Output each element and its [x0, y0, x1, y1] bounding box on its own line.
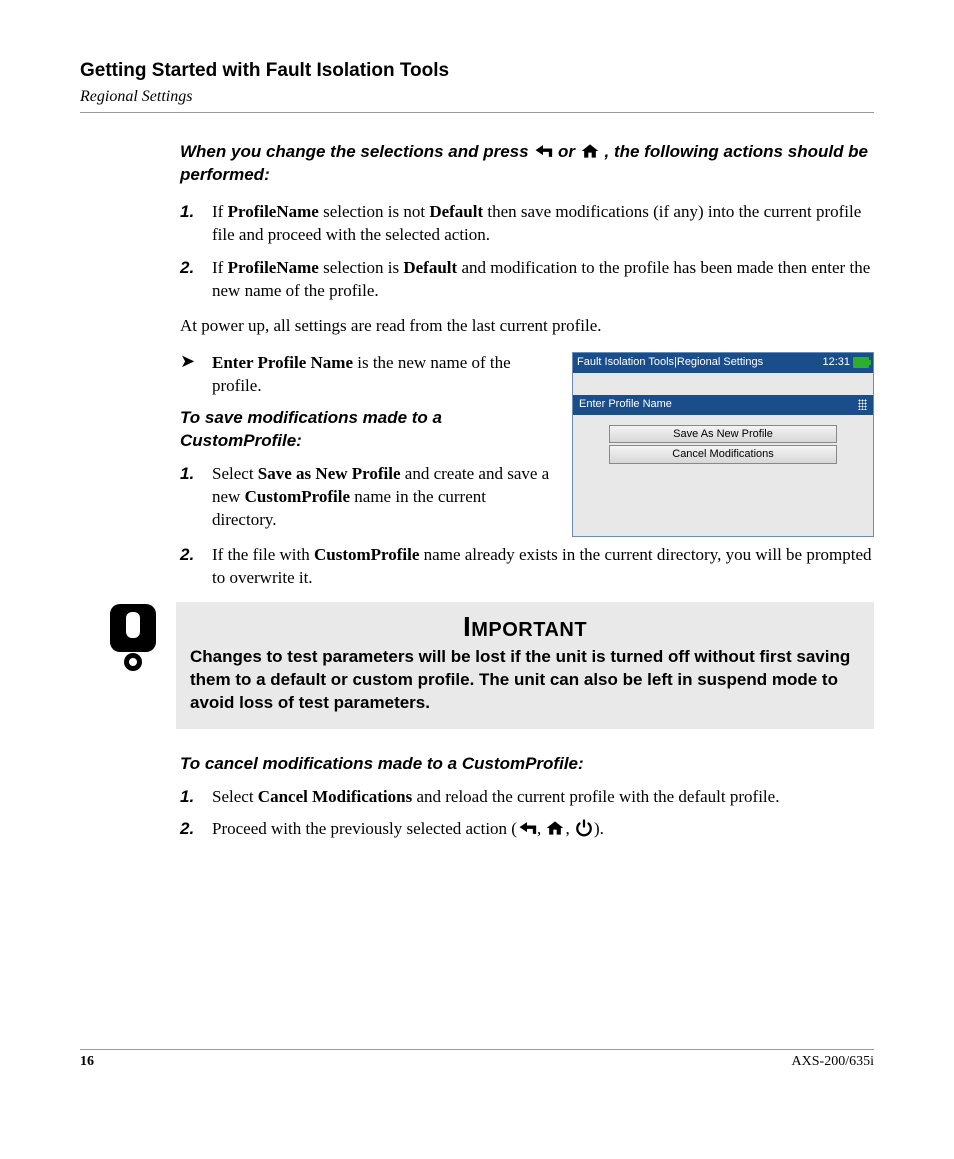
save-as-new-profile-button[interactable]: Save As New Profile — [609, 425, 837, 444]
t: Proceed with the previously selected act… — [212, 819, 517, 838]
header-rule — [80, 112, 874, 113]
bullet-text: Enter Profile Name is the new name of th… — [212, 352, 554, 398]
t: Default — [429, 202, 483, 221]
list3-num1: 1. — [180, 786, 212, 809]
t: and reload the current profile with the … — [412, 787, 779, 806]
t: Select — [212, 464, 258, 483]
device-screenshot: Fault Isolation Tools|Regional Settings … — [572, 352, 874, 538]
list2-num2: 2. — [180, 544, 212, 590]
device-field-label: Enter Profile Name — [579, 397, 672, 412]
save-list: 1. Select Save as New Profile and create… — [180, 463, 554, 532]
important-body: Changes to test parameters will be lost … — [190, 646, 860, 715]
t: , — [537, 819, 546, 838]
list2-num1: 1. — [180, 463, 212, 532]
device-time: 12:31 — [822, 355, 850, 370]
list3-item2: Proceed with the previously selected act… — [212, 818, 874, 841]
keypad-icon — [858, 399, 867, 410]
cancel-subhead: To cancel modifications made to a Custom… — [180, 753, 874, 776]
arrow-bullet-icon: ➤ — [180, 352, 212, 398]
device-title: Fault Isolation Tools|Regional Settings — [577, 355, 763, 370]
t: CustomProfile — [245, 487, 350, 506]
save-list-cont: 2. If the file with CustomProfile name a… — [180, 544, 874, 590]
t: selection is not — [319, 202, 429, 221]
t: CustomProfile — [314, 545, 419, 564]
home-icon — [545, 819, 565, 837]
t: selection is — [319, 258, 404, 277]
t: ). — [594, 819, 604, 838]
t: Enter Profile Name — [212, 353, 353, 372]
section-title: Regional Settings — [80, 88, 874, 106]
cancel-modifications-button[interactable]: Cancel Modifications — [609, 445, 837, 464]
cancel-list: 1. Select Cancel Modifications and reloa… — [180, 786, 874, 842]
list1-item2: If ProfileName selection is Default and … — [212, 257, 874, 303]
save-subhead: To save modifications made to a CustomPr… — [180, 407, 554, 453]
list2-item1: Select Save as New Profile and create an… — [212, 463, 554, 532]
important-title: Important — [190, 608, 860, 646]
t: , — [565, 819, 574, 838]
list1-num2: 2. — [180, 257, 212, 303]
powerup-para: At power up, all settings are read from … — [180, 315, 874, 338]
t: Default — [403, 258, 457, 277]
important-box: Important Changes to test parameters wil… — [176, 602, 874, 729]
list3-item1: Select Cancel Modifications and reload t… — [212, 786, 874, 809]
power-icon — [574, 819, 594, 837]
t: If — [212, 258, 228, 277]
action-list-1: 1. If ProfileName selection is not Defau… — [180, 201, 874, 303]
device-field-bar: Enter Profile Name — [573, 395, 873, 415]
t: Cancel Modifications — [258, 787, 412, 806]
t: ProfileName — [228, 258, 319, 277]
intro-line: When you change the selections and press… — [180, 141, 874, 187]
t: Save as New Profile — [258, 464, 401, 483]
device-status: 12:31 — [822, 355, 869, 370]
list3-num2: 2. — [180, 818, 212, 841]
t: ProfileName — [228, 202, 319, 221]
home-icon — [580, 142, 600, 160]
page-footer: 16 AXS-200/635i — [80, 1049, 874, 1070]
list1-item1: If ProfileName selection is not Default … — [212, 201, 874, 247]
back-arrow-icon — [517, 819, 537, 837]
important-icon — [104, 602, 162, 672]
device-spacer — [573, 373, 873, 395]
chapter-title: Getting Started with Fault Isolation Too… — [80, 60, 874, 82]
t: Select — [212, 787, 258, 806]
back-arrow-icon — [533, 142, 553, 160]
battery-icon — [853, 357, 869, 368]
t: If — [212, 202, 228, 221]
intro-pre: When you change the selections and press — [180, 142, 533, 161]
page-number: 16 — [80, 1054, 94, 1070]
device-titlebar: Fault Isolation Tools|Regional Settings … — [573, 353, 873, 373]
model-number: AXS-200/635i — [792, 1054, 874, 1070]
list2-item2: If the file with CustomProfile name alre… — [212, 544, 874, 590]
intro-mid: or — [558, 142, 580, 161]
list1-num1: 1. — [180, 201, 212, 247]
t: If the file with — [212, 545, 314, 564]
